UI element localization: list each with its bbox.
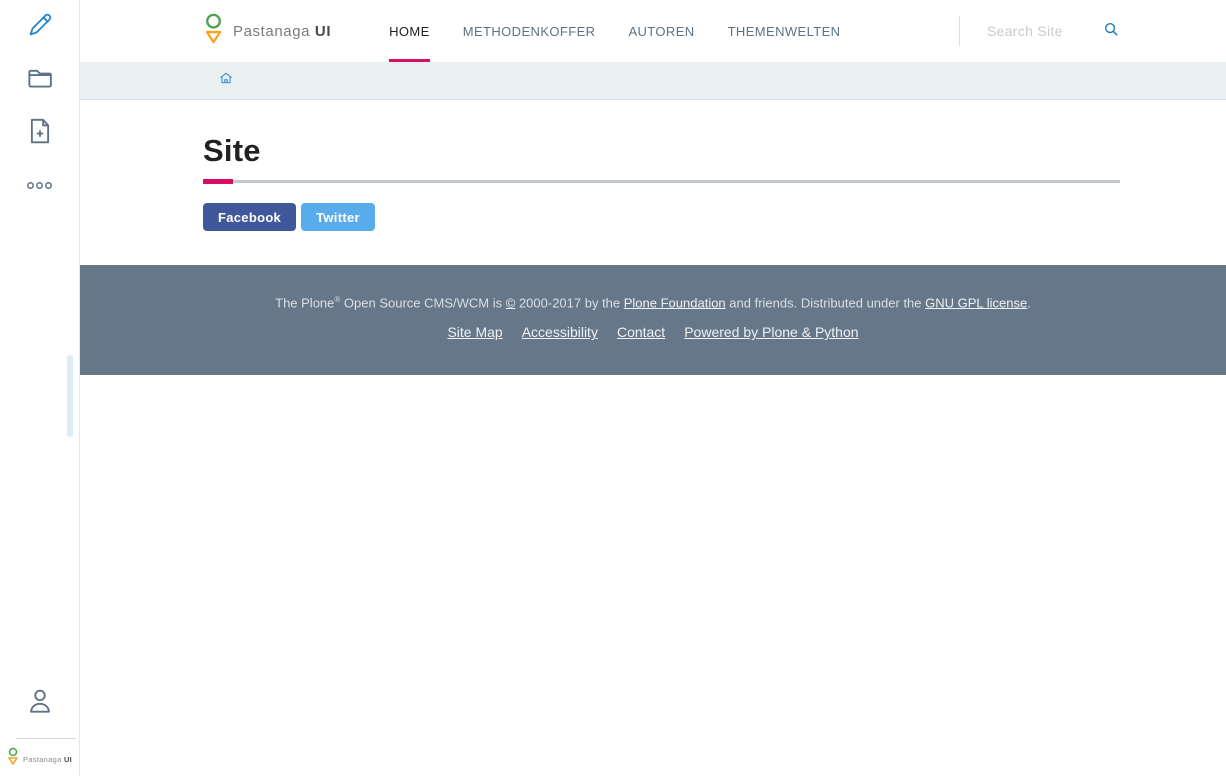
- breadcrumb-home-link[interactable]: [219, 71, 233, 90]
- footer-text: and friends. Distributed under the: [725, 295, 926, 311]
- edit-button[interactable]: [18, 4, 62, 48]
- footer-link-site-map[interactable]: Site Map: [447, 324, 502, 340]
- nav-item-autoren[interactable]: AUTOREN: [628, 0, 694, 62]
- nav-item-themenwelten[interactable]: THEMENWELTEN: [728, 0, 841, 62]
- pastanaga-logo-icon: [7, 747, 19, 771]
- main-navigation: HOME METHODENKOFFER AUTOREN THEMENWELTEN: [389, 0, 840, 62]
- title-rule-accent: [203, 179, 233, 184]
- user-icon: [25, 686, 55, 719]
- search-icon: [1103, 21, 1120, 41]
- pastanaga-logo-icon: [203, 13, 224, 50]
- add-content-button[interactable]: [18, 110, 62, 154]
- sidebar-scrollbar-thumb[interactable]: [67, 355, 73, 437]
- nav-item-home[interactable]: HOME: [389, 0, 430, 62]
- title-rule-gray: [203, 180, 1120, 183]
- footer-text: Open Source CMS/WCM is: [340, 295, 506, 311]
- search-input[interactable]: [987, 23, 1087, 39]
- footer-link-accessibility[interactable]: Accessibility: [522, 324, 598, 340]
- footer-links: Site Map Accessibility Contact Powered b…: [80, 324, 1226, 340]
- facebook-share-button[interactable]: Facebook: [203, 203, 297, 231]
- footer-link-powered-by[interactable]: Powered by Plone & Python: [684, 324, 858, 340]
- main-column: Pastanaga UI HOME METHODENKOFFER AUTOREN…: [80, 0, 1226, 776]
- copyright-link[interactable]: ©: [506, 295, 516, 310]
- footer-text: The Plone: [275, 295, 335, 311]
- sidebar-brand-name: Pastanaga UI: [23, 754, 73, 764]
- footer-text: .: [1027, 295, 1031, 311]
- site-logo[interactable]: Pastanaga UI: [203, 13, 331, 50]
- more-options-icon: [26, 178, 53, 193]
- site-search: [959, 16, 1120, 46]
- footer-colophon: The Plone® Open Source CMS/WCM is © 2000…: [80, 295, 1226, 310]
- title-underline: [203, 179, 1120, 184]
- footer-text: 2000-2017 by the: [515, 295, 624, 311]
- content-area: Site Facebook Twitter: [80, 100, 1226, 231]
- breadcrumb: [80, 62, 1226, 100]
- page-title: Site: [203, 133, 261, 168]
- add-document-icon: [25, 116, 55, 149]
- sidebar-bottom: Pastanaga UI: [0, 676, 79, 776]
- plone-pastanaga-app: Pastanaga UI Pastanaga UI HOME METHODENK…: [0, 0, 1226, 776]
- search-button[interactable]: [1103, 21, 1120, 41]
- edit-pencil-icon: [25, 10, 55, 43]
- site-footer: The Plone® Open Source CMS/WCM is © 2000…: [80, 265, 1226, 375]
- more-options-button[interactable]: [18, 163, 62, 207]
- site-header: Pastanaga UI HOME METHODENKOFFER AUTOREN…: [80, 0, 1226, 62]
- footer-link-contact[interactable]: Contact: [617, 324, 665, 340]
- sidebar-brand-logo: Pastanaga UI: [7, 747, 72, 771]
- folder-contents-button[interactable]: [18, 57, 62, 101]
- brand-name: Pastanaga UI: [233, 22, 332, 40]
- home-icon: [219, 71, 233, 90]
- plone-foundation-link[interactable]: Plone Foundation: [624, 295, 726, 310]
- folder-icon: [25, 63, 55, 96]
- personal-tools-button[interactable]: [18, 680, 62, 724]
- sidebar-divider: [16, 738, 76, 739]
- search-divider: [959, 16, 960, 46]
- gnu-gpl-license-link[interactable]: GNU GPL license: [925, 295, 1027, 310]
- twitter-share-button[interactable]: Twitter: [301, 203, 375, 231]
- nav-item-methodenkoffer[interactable]: METHODENKOFFER: [463, 0, 596, 62]
- share-buttons: Facebook Twitter: [203, 203, 1120, 231]
